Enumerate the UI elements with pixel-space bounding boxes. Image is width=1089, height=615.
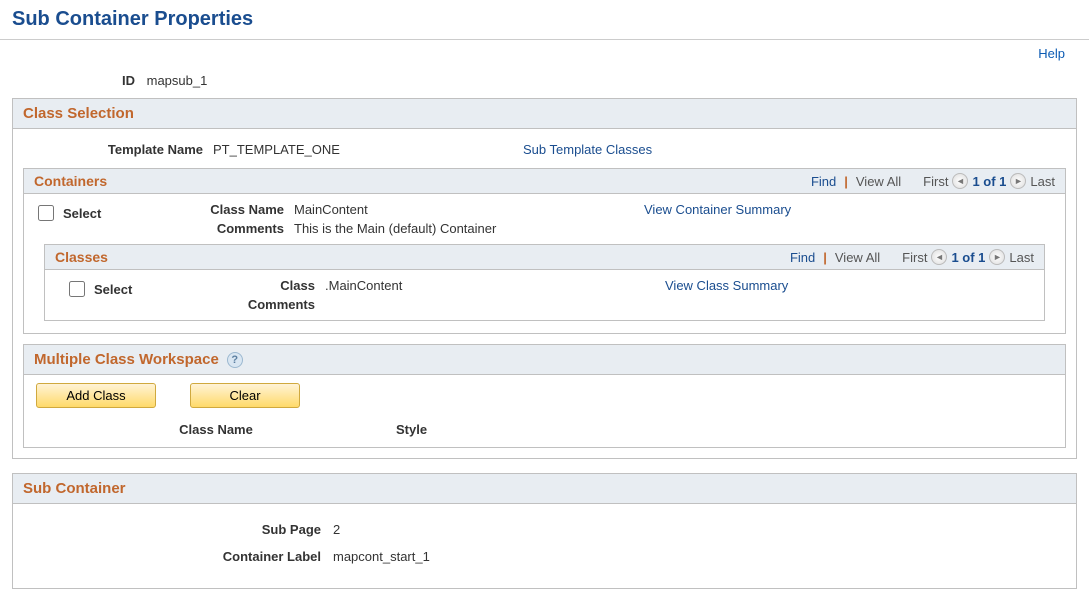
classes-group: Classes Find | View All First ◄ 1 of 1 ► [44,244,1045,321]
sub-template-classes-link[interactable]: Sub Template Classes [523,142,652,157]
separator: | [819,250,831,265]
add-class-button[interactable]: Add Class [36,383,156,408]
id-value: mapsub_1 [147,73,208,88]
classes-viewall[interactable]: View All [835,250,880,265]
containers-last-label: Last [1030,174,1055,189]
mcw-title: Multiple Class Workspace [34,351,219,368]
containers-prev-button[interactable]: ◄ [952,173,968,189]
mcw-col-classname: Class Name [36,422,396,437]
containers-first-label: First [923,174,948,189]
containers-next-button[interactable]: ► [1010,173,1026,189]
containers-counter: 1 of 1 [972,174,1006,189]
containers-title: Containers [34,173,107,189]
classes-title: Classes [55,249,108,265]
class-selection-section: Class Selection Template Name PT_TEMPLAT… [12,98,1077,459]
classes-select-checkbox[interactable] [69,281,85,297]
containers-group: Containers Find | View All First ◄ 1 of … [23,168,1066,334]
containers-comments-value: This is the Main (default) Container [294,221,496,236]
view-class-summary-link[interactable]: View Class Summary [665,278,788,293]
mcw-col-style: Style [396,422,596,437]
classes-select-label: Select [94,282,132,297]
help-icon[interactable]: ? [227,352,243,368]
containers-select-label: Select [63,206,101,221]
classes-prev-button[interactable]: ◄ [931,249,947,265]
separator: | [840,174,852,189]
classes-next-button[interactable]: ► [989,249,1005,265]
containers-classname-value: MainContent [294,202,368,217]
clear-button[interactable]: Clear [190,383,300,408]
containers-find-link[interactable]: Find [811,174,836,189]
sub-container-section: Sub Container Sub Page 2 Container Label… [12,473,1077,589]
sub-page-label: Sub Page [23,522,333,537]
classes-comments-label: Comments [205,297,325,312]
multiple-class-workspace-group: Multiple Class Workspace ? Add Class Cle… [23,344,1066,448]
containers-comments-label: Comments [174,221,294,236]
sub-page-value: 2 [333,522,340,537]
page-title: Sub Container Properties [0,0,1089,40]
class-selection-header: Class Selection [13,99,1076,129]
classes-counter: 1 of 1 [951,250,985,265]
classes-last-label: Last [1009,250,1034,265]
view-container-summary-link[interactable]: View Container Summary [644,202,791,217]
containers-select-checkbox[interactable] [38,205,54,221]
help-link[interactable]: Help [1038,46,1065,61]
classes-class-value: .MainContent [325,278,402,293]
id-label: ID [122,73,135,88]
container-label-value: mapcont_start_1 [333,549,430,564]
containers-viewall[interactable]: View All [856,174,901,189]
classes-class-label: Class [205,278,325,293]
template-name-value: PT_TEMPLATE_ONE [213,142,523,157]
classes-first-label: First [902,250,927,265]
sub-container-header: Sub Container [13,474,1076,504]
container-label-label: Container Label [23,549,333,564]
template-name-label: Template Name [23,142,213,157]
containers-classname-label: Class Name [174,202,294,217]
id-row: ID mapsub_1 [12,67,1077,98]
classes-find-link[interactable]: Find [790,250,815,265]
